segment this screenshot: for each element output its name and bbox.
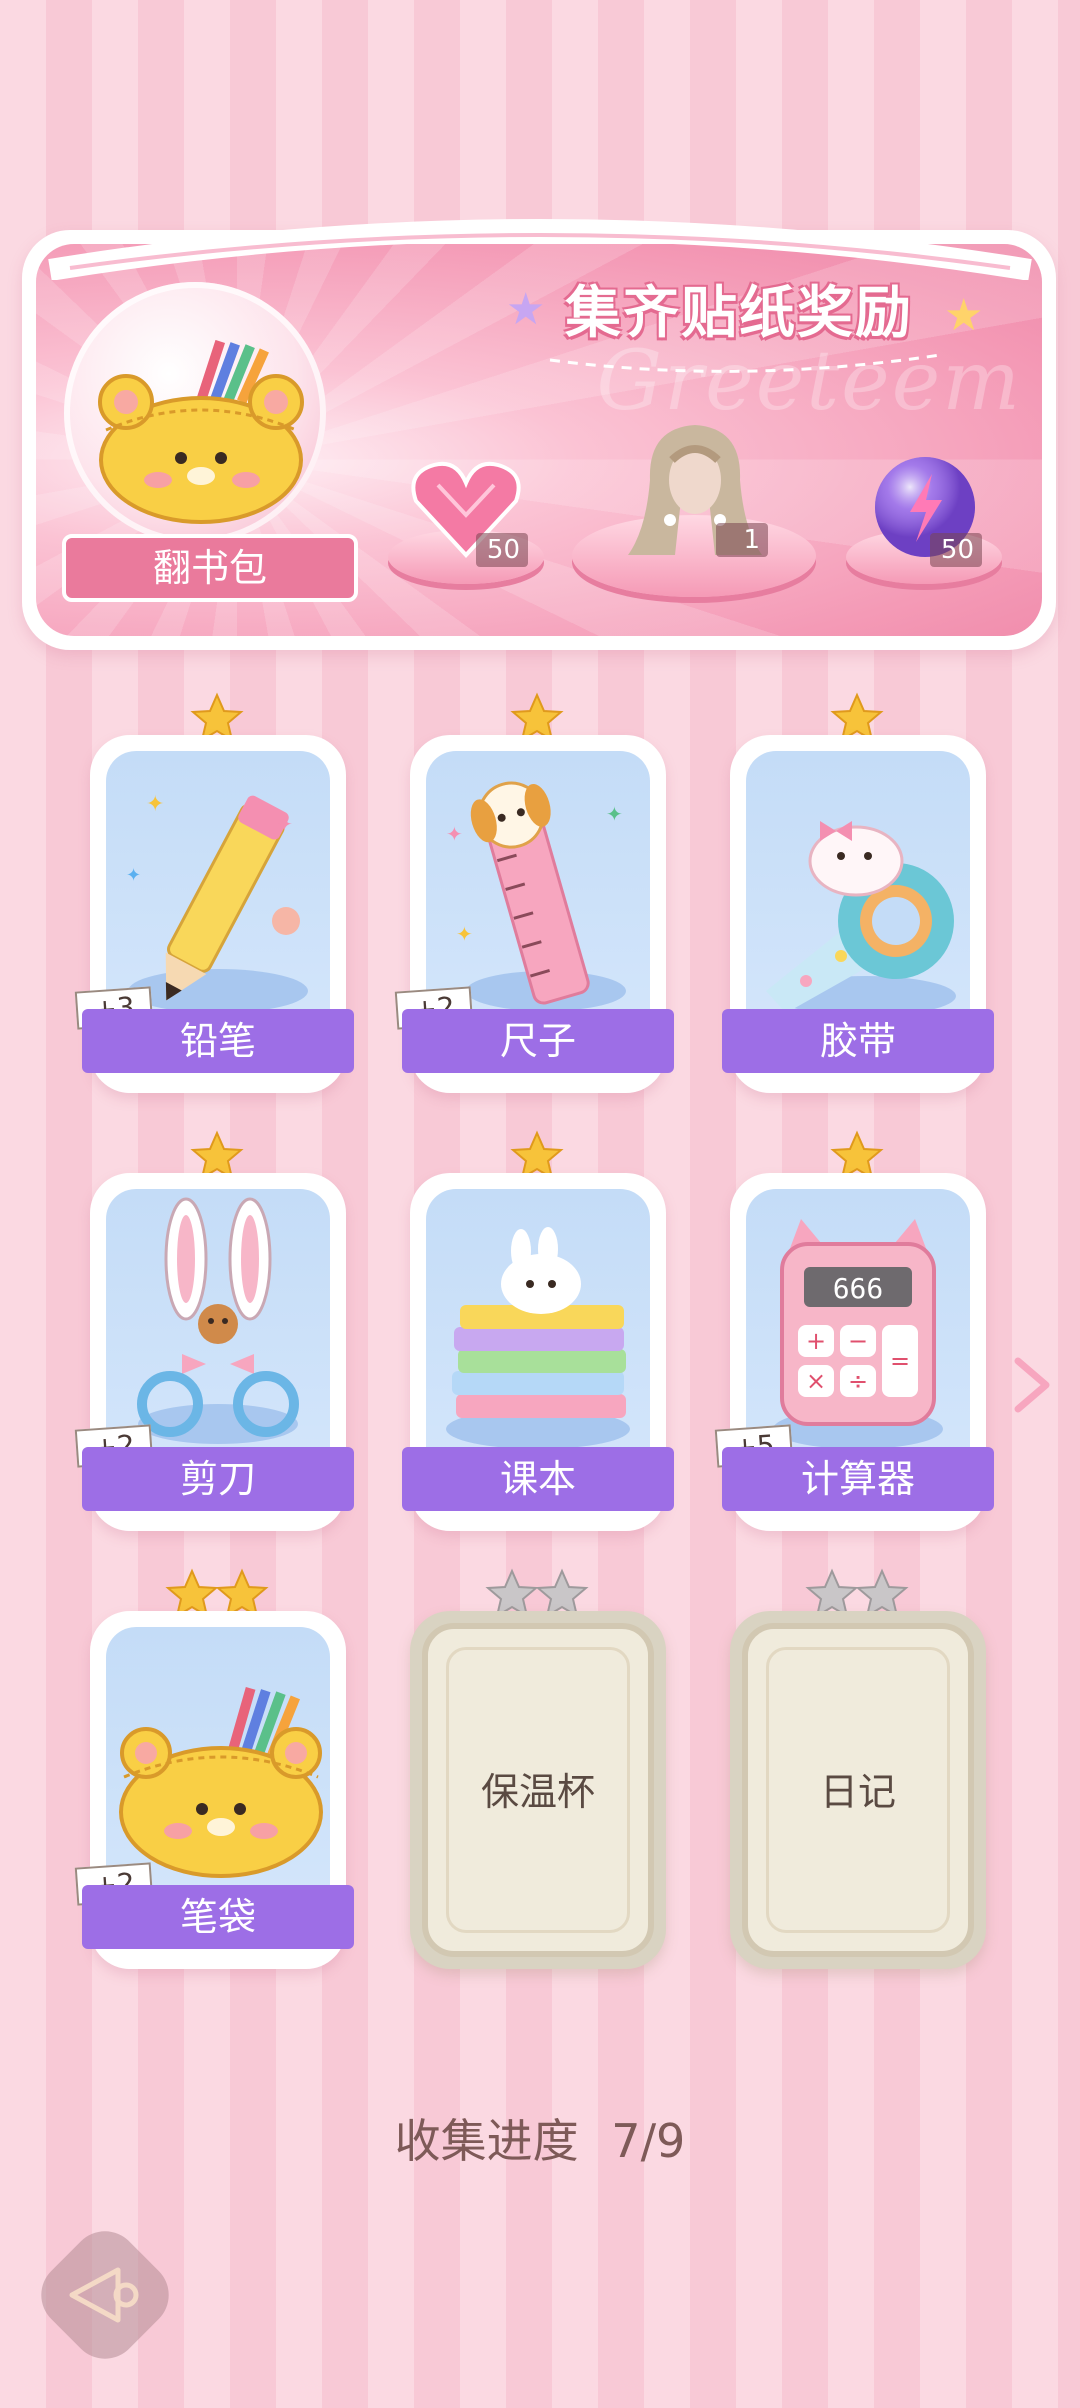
svg-text:×: × xyxy=(806,1367,826,1395)
svg-text:✦: ✦ xyxy=(446,822,463,846)
sticker-card-pencil[interactable]: ✦ ✦ ✦ +3 铅笔 xyxy=(74,735,354,1093)
calculator-display: 666 xyxy=(833,1272,884,1305)
sticker-card-scissors[interactable]: +2 剪刀 xyxy=(74,1173,354,1531)
svg-text:−: − xyxy=(848,1327,868,1355)
title-underline xyxy=(549,353,941,373)
textbook-icon xyxy=(446,1227,630,1449)
back-arrow-icon xyxy=(69,2267,139,2323)
svg-text:✦: ✦ xyxy=(276,812,293,836)
svg-text:✦: ✦ xyxy=(146,792,164,817)
bear-pencil-case-icon xyxy=(98,340,304,524)
svg-text:=: = xyxy=(890,1347,910,1375)
sticker-card-thermos-locked[interactable]: 保温杯 xyxy=(410,1611,666,1969)
svg-text:+: + xyxy=(806,1327,826,1355)
sticker-card-textbook[interactable]: 课本 xyxy=(402,1173,674,1531)
main-reward-label: 翻书包 xyxy=(62,534,358,602)
sticker-card-ruler[interactable]: ✦ ✦ ✦ +2 尺子 xyxy=(394,735,674,1093)
sticker-name: 保温杯 xyxy=(480,1770,595,1814)
collection-progress: 收集进度 7/9 xyxy=(0,2105,1080,2171)
reward-count: 50 xyxy=(930,533,982,567)
reward-count: 50 xyxy=(476,533,528,567)
svg-text:✦: ✦ xyxy=(126,865,141,886)
sticker-name: 课本 xyxy=(402,1447,674,1511)
svg-text:÷: ÷ xyxy=(848,1367,868,1395)
progress-value: 7/9 xyxy=(611,2114,686,2168)
sticker-name: 尺子 xyxy=(402,1009,674,1073)
svg-text:✦: ✦ xyxy=(606,802,623,826)
sticker-name: 计算器 xyxy=(722,1447,994,1511)
progress-label: 收集进度 xyxy=(394,2114,579,2168)
svg-text:✦: ✦ xyxy=(456,922,473,946)
sticker-name: 笔袋 xyxy=(82,1885,354,1949)
sticker-name: 剪刀 xyxy=(82,1447,354,1511)
tape-icon xyxy=(766,821,956,1016)
banner-title: 集齐贴纸奖励 xyxy=(565,281,913,346)
sticker-card-diary-locked[interactable]: 日记 xyxy=(730,1611,986,1969)
sticker-name: 胶带 xyxy=(722,1009,994,1073)
star-icon: ★ xyxy=(506,284,546,335)
sticker-card-pencil-case[interactable]: +2 笔袋 xyxy=(74,1611,354,1969)
sticker-card-tape[interactable]: 胶带 xyxy=(722,735,994,1093)
chevron-right-icon[interactable] xyxy=(1010,1355,1054,1415)
sticker-name: 日记 xyxy=(819,1770,896,1814)
sticker-card-calculator[interactable]: 666 + − × ÷ = +5 计算器 xyxy=(714,1173,994,1531)
star-icon: ★ xyxy=(944,290,984,341)
sticker-name: 铅笔 xyxy=(82,1009,354,1073)
reward-count: 1 xyxy=(716,523,768,557)
